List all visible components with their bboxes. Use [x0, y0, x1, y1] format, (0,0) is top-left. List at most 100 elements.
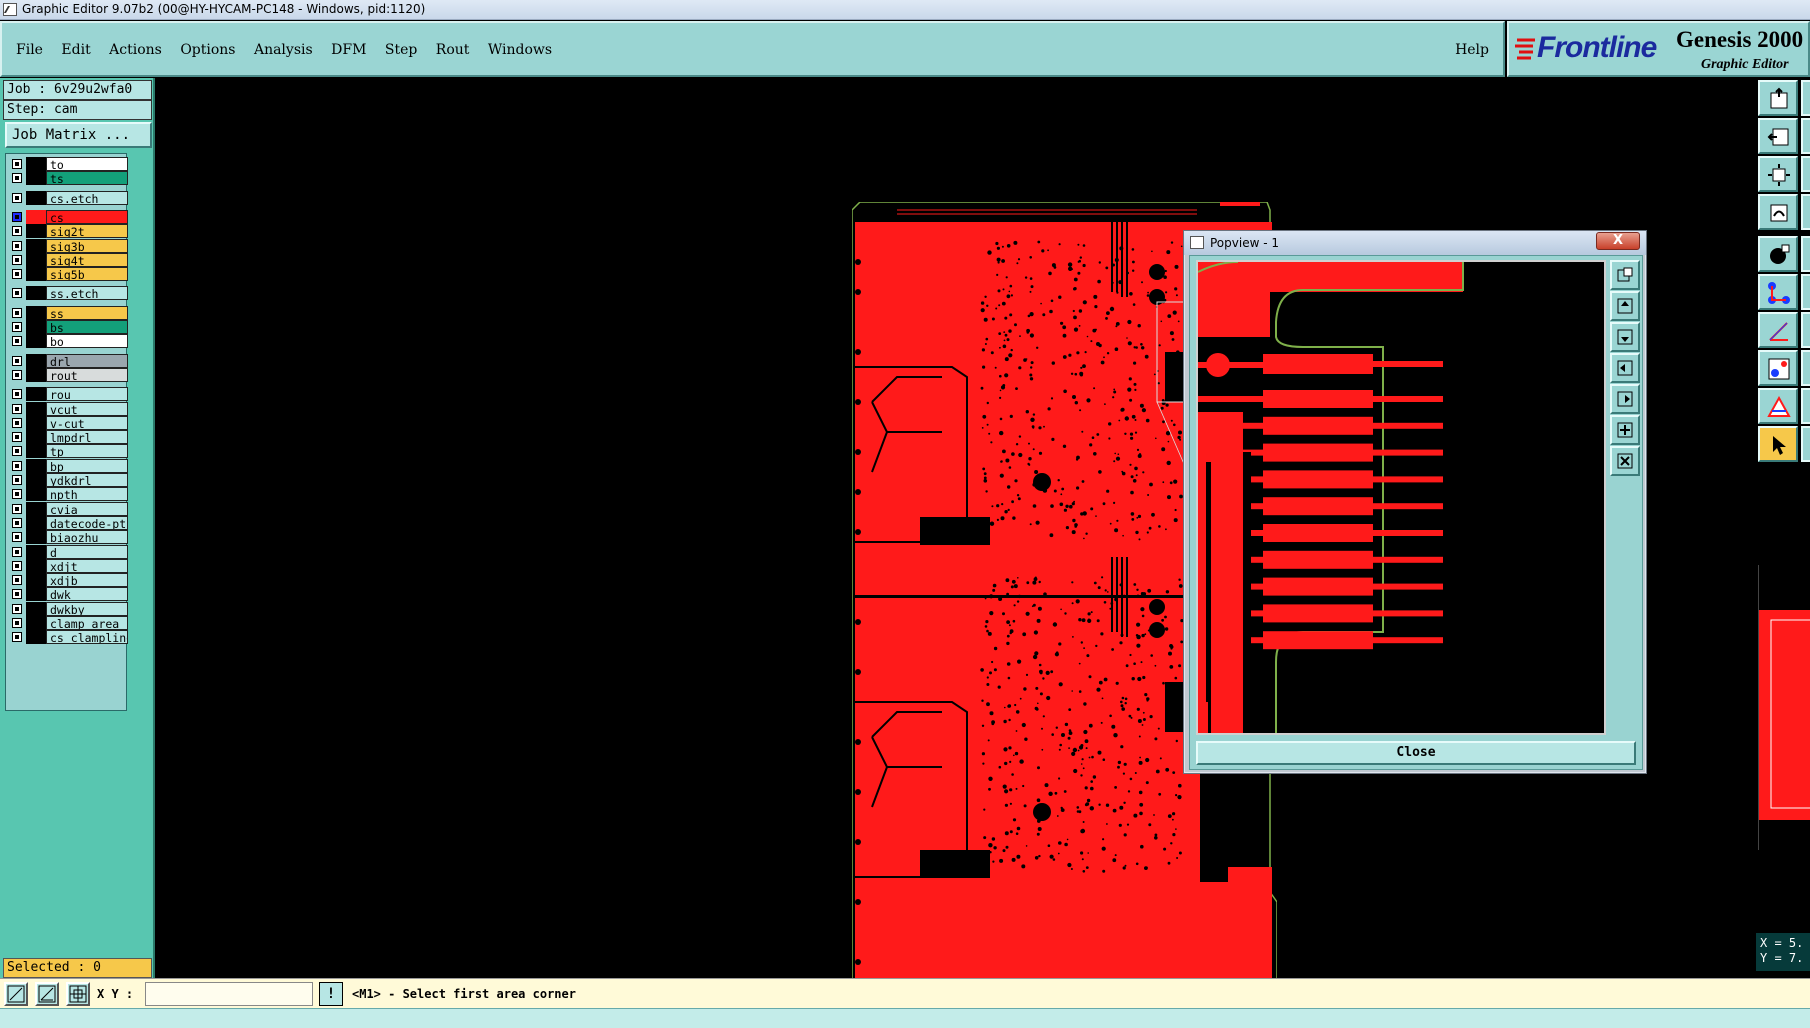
- popview-zoom-in-button[interactable]: [1610, 415, 1640, 445]
- select-feature-button[interactable]: [1758, 236, 1798, 272]
- layer-row-cs_clampline[interactable]: cs_clampline: [8, 630, 128, 645]
- layer-name[interactable]: cs.etch: [46, 190, 128, 205]
- layer-name[interactable]: cvia: [46, 501, 128, 516]
- layer-row-bo[interactable]: bo: [8, 334, 128, 349]
- layer-row-cs[interactable]: cs: [8, 209, 128, 225]
- layer-name[interactable]: npth: [46, 487, 128, 502]
- popview-pan-up-button[interactable]: [1610, 291, 1640, 321]
- layer-name[interactable]: drl: [46, 353, 128, 368]
- layer-row-sig5b[interactable]: sig5b: [8, 267, 128, 282]
- layer-row-lmpdrl[interactable]: lmpdrl: [8, 430, 128, 445]
- layer-name[interactable]: rout: [46, 367, 128, 382]
- popview-zoom-out-button[interactable]: [1610, 446, 1640, 476]
- layer-checkbox[interactable]: [12, 369, 22, 380]
- layer-name[interactable]: dwk: [46, 587, 128, 602]
- measure-button[interactable]: [35, 982, 59, 1006]
- layer-name[interactable]: ss: [46, 305, 128, 320]
- layer-checkbox[interactable]: [12, 475, 22, 485]
- menu-actions[interactable]: Actions: [109, 42, 162, 58]
- layer-name[interactable]: xdjb: [46, 573, 128, 588]
- layer-checkbox[interactable]: [12, 159, 22, 169]
- redraw-button[interactable]: [1758, 194, 1798, 230]
- measure-triangle-button[interactable]: [1758, 388, 1798, 424]
- menu-dfm[interactable]: DFM: [331, 42, 366, 58]
- layer-checkbox[interactable]: [12, 432, 22, 443]
- layer-name[interactable]: clamp_area: [46, 616, 128, 630]
- menu-analysis[interactable]: Analysis: [254, 42, 313, 58]
- job-matrix-button[interactable]: Job Matrix ...: [5, 122, 152, 148]
- layer-row-datecode-pt[interactable]: datecode-pt: [8, 515, 128, 531]
- layer-name[interactable]: lmpdrl: [46, 430, 128, 445]
- layer-name[interactable]: bo: [46, 334, 128, 349]
- layer-row-clamp_area[interactable]: clamp_area: [8, 616, 128, 631]
- layer-checkbox[interactable]: [12, 288, 22, 299]
- popview-zoom-fit-button[interactable]: [1610, 260, 1640, 290]
- layer-checkbox[interactable]: [12, 336, 22, 347]
- layer-row-ydkdrl[interactable]: ydkdrl: [8, 473, 128, 488]
- layer-checkbox[interactable]: [12, 240, 22, 251]
- layer-checkbox[interactable]: [12, 589, 22, 600]
- layer-row-cvia[interactable]: cvia: [8, 501, 128, 517]
- layer-checkbox[interactable]: [12, 632, 22, 643]
- layer-row-dwkby[interactable]: dwkby: [8, 601, 128, 617]
- popview-pan-right-button[interactable]: [1610, 384, 1640, 414]
- layer-row-tp[interactable]: tp: [8, 444, 128, 459]
- layer-checkbox[interactable]: [12, 403, 22, 414]
- layer-checkbox[interactable]: [12, 355, 22, 366]
- layer-name[interactable]: cs_clampline: [46, 630, 128, 645]
- overview-minimap[interactable]: [1758, 565, 1810, 850]
- layer-checkbox[interactable]: [12, 389, 22, 400]
- layer-row-d[interactable]: d: [8, 544, 128, 560]
- draw-line-button[interactable]: [4, 982, 28, 1006]
- layer-row-drl[interactable]: drl: [8, 353, 128, 369]
- layer-row-vcut[interactable]: vcut: [8, 401, 128, 417]
- layer-checkbox[interactable]: [12, 517, 22, 528]
- net-select-button[interactable]: [1758, 274, 1798, 310]
- layer-row-to[interactable]: to: [8, 157, 128, 172]
- home-view-button[interactable]: [1758, 80, 1798, 116]
- snap-mode-button[interactable]: [1758, 350, 1798, 386]
- layer-checkbox[interactable]: [12, 269, 22, 280]
- layer-name[interactable]: cs: [46, 209, 128, 224]
- layer-name[interactable]: sig2t: [46, 224, 128, 239]
- layer-row-ss[interactable]: ss: [8, 305, 128, 321]
- layer-row-bs[interactable]: bs: [8, 320, 128, 335]
- popview-pan-down-button[interactable]: [1610, 322, 1640, 352]
- layer-name[interactable]: bs: [46, 320, 128, 334]
- pointer-tool-button[interactable]: [1758, 426, 1798, 462]
- layer-row-v-cut[interactable]: v-cut: [8, 415, 128, 431]
- zoom-window-button[interactable]: [1758, 118, 1798, 154]
- layer-checkbox[interactable]: [12, 560, 22, 571]
- popview-close-x[interactable]: X: [1596, 232, 1640, 250]
- menu-windows[interactable]: Windows: [488, 42, 552, 58]
- layer-row-ts[interactable]: ts: [8, 171, 128, 186]
- layer-checkbox[interactable]: [12, 618, 22, 628]
- menu-options[interactable]: Options: [180, 42, 235, 58]
- layer-row-biaozhu[interactable]: biaozhu: [8, 530, 128, 545]
- layer-name[interactable]: ydkdrl: [46, 473, 128, 487]
- layer-name[interactable]: sig3b: [46, 238, 128, 253]
- layer-checkbox[interactable]: [12, 226, 22, 237]
- layer-row-rout[interactable]: rout: [8, 367, 128, 383]
- layer-name[interactable]: biaozhu: [46, 530, 128, 545]
- layer-checkbox[interactable]: [12, 192, 22, 203]
- layer-name[interactable]: d: [46, 544, 128, 559]
- layer-name[interactable]: tp: [46, 444, 128, 459]
- layer-row-sig4t[interactable]: sig4t: [8, 252, 128, 268]
- popview-close-button[interactable]: Close: [1196, 741, 1636, 765]
- xy-input[interactable]: [145, 982, 313, 1006]
- warning-button[interactable]: !: [319, 982, 343, 1006]
- layer-row-bp[interactable]: bp: [8, 458, 128, 474]
- menu-edit[interactable]: Edit: [61, 42, 90, 58]
- layer-row-rou[interactable]: rou: [8, 387, 128, 402]
- layer-row-dwk[interactable]: dwk: [8, 587, 128, 602]
- layer-row-sig2t[interactable]: sig2t: [8, 224, 128, 239]
- layer-name[interactable]: ss.etch: [46, 286, 128, 301]
- popview-pan-left-button[interactable]: [1610, 353, 1640, 383]
- layer-checkbox[interactable]: [12, 307, 22, 318]
- layer-checkbox[interactable]: [12, 546, 22, 557]
- menu-step[interactable]: Step: [385, 42, 417, 58]
- popview-canvas[interactable]: [1196, 260, 1606, 735]
- layer-checkbox[interactable]: [12, 173, 22, 184]
- layer-name[interactable]: xdjt: [46, 558, 128, 573]
